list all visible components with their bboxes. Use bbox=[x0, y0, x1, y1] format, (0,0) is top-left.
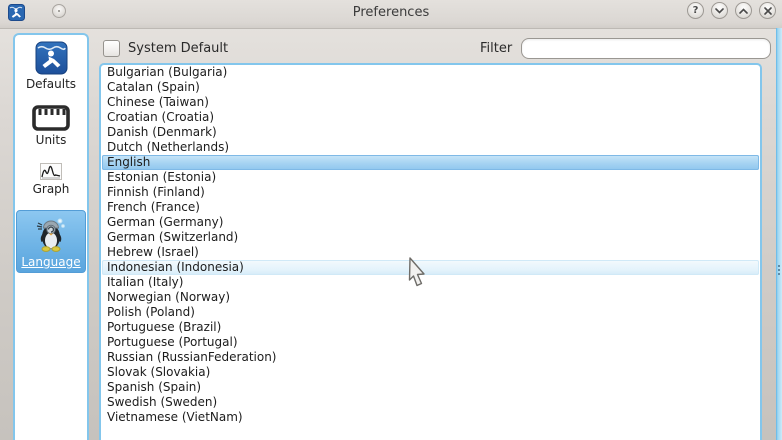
list-item[interactable]: Indonesian (Indonesia) bbox=[102, 260, 759, 275]
splitter-handle[interactable] bbox=[776, 28, 782, 440]
list-item[interactable]: Italian (Italy) bbox=[102, 275, 759, 290]
filter-row: Filter bbox=[480, 38, 771, 59]
sidebar-item-units[interactable]: Units bbox=[15, 105, 87, 147]
list-item[interactable]: Bulgarian (Bulgaria) bbox=[102, 65, 759, 80]
system-default-row: System Default bbox=[103, 40, 228, 57]
list-item[interactable]: Polish (Poland) bbox=[102, 305, 759, 320]
filter-label: Filter bbox=[480, 41, 512, 56]
list-item[interactable]: Portuguese (Portugal) bbox=[102, 335, 759, 350]
language-list[interactable]: Bulgarian (Bulgaria)Catalan (Spain)Chine… bbox=[99, 63, 762, 440]
close-icon bbox=[764, 7, 772, 15]
list-item[interactable]: Vietnamese (VietNam) bbox=[102, 410, 759, 425]
ruler-icon bbox=[32, 105, 70, 131]
maximize-button[interactable] bbox=[735, 2, 752, 19]
list-item[interactable]: Danish (Denmark) bbox=[102, 125, 759, 140]
list-item[interactable]: Spanish (Spain) bbox=[102, 380, 759, 395]
list-item[interactable]: French (France) bbox=[102, 200, 759, 215]
system-default-label: System Default bbox=[128, 41, 228, 56]
splitter-grip-icon bbox=[778, 265, 780, 275]
preferences-sidebar: Defaults Units Graph bbox=[13, 33, 89, 440]
sidebar-item-graph[interactable]: Graph bbox=[15, 163, 87, 196]
list-item[interactable]: Chinese (Taiwan) bbox=[102, 95, 759, 110]
help-button[interactable]: ? bbox=[687, 2, 704, 19]
titlebar: Preferences ? bbox=[0, 0, 782, 29]
list-item[interactable]: Hebrew (Israel) bbox=[102, 245, 759, 260]
close-button[interactable] bbox=[759, 2, 776, 19]
list-item[interactable]: English bbox=[102, 155, 759, 170]
list-item[interactable]: Norwegian (Norway) bbox=[102, 290, 759, 305]
sidebar-item-language[interactable]: Language bbox=[16, 210, 86, 273]
window-buttons: ? bbox=[687, 2, 776, 19]
system-default-checkbox[interactable] bbox=[103, 40, 120, 57]
list-item[interactable]: Dutch (Netherlands) bbox=[102, 140, 759, 155]
sidebar-item-label: Units bbox=[36, 133, 67, 147]
sidebar-item-defaults[interactable]: Defaults bbox=[15, 41, 87, 91]
tux-penguin-icon bbox=[32, 215, 70, 253]
filter-input[interactable] bbox=[521, 38, 771, 59]
chevron-down-icon bbox=[715, 8, 724, 14]
list-item[interactable]: German (Switzerland) bbox=[102, 230, 759, 245]
list-item[interactable]: Catalan (Spain) bbox=[102, 80, 759, 95]
sidebar-item-label: Defaults bbox=[26, 77, 76, 91]
list-item[interactable]: German (Germany) bbox=[102, 215, 759, 230]
list-item[interactable]: Russian (RussianFederation) bbox=[102, 350, 759, 365]
profile-graph-icon bbox=[40, 163, 62, 180]
list-item[interactable]: Croatian (Croatia) bbox=[102, 110, 759, 125]
list-item[interactable]: Portuguese (Brazil) bbox=[102, 320, 759, 335]
diver-icon bbox=[35, 41, 68, 75]
list-item[interactable]: Estonian (Estonia) bbox=[102, 170, 759, 185]
list-item[interactable]: Finnish (Finland) bbox=[102, 185, 759, 200]
list-item[interactable]: Slovak (Slovakia) bbox=[102, 365, 759, 380]
sidebar-item-graph-label: Graph bbox=[33, 182, 70, 196]
minimize-button[interactable] bbox=[711, 2, 728, 19]
window-title: Preferences bbox=[0, 0, 782, 28]
list-item[interactable]: Swedish (Sweden) bbox=[102, 395, 759, 410]
chevron-up-icon bbox=[739, 8, 748, 14]
sidebar-item-language-label: Language bbox=[21, 255, 80, 269]
